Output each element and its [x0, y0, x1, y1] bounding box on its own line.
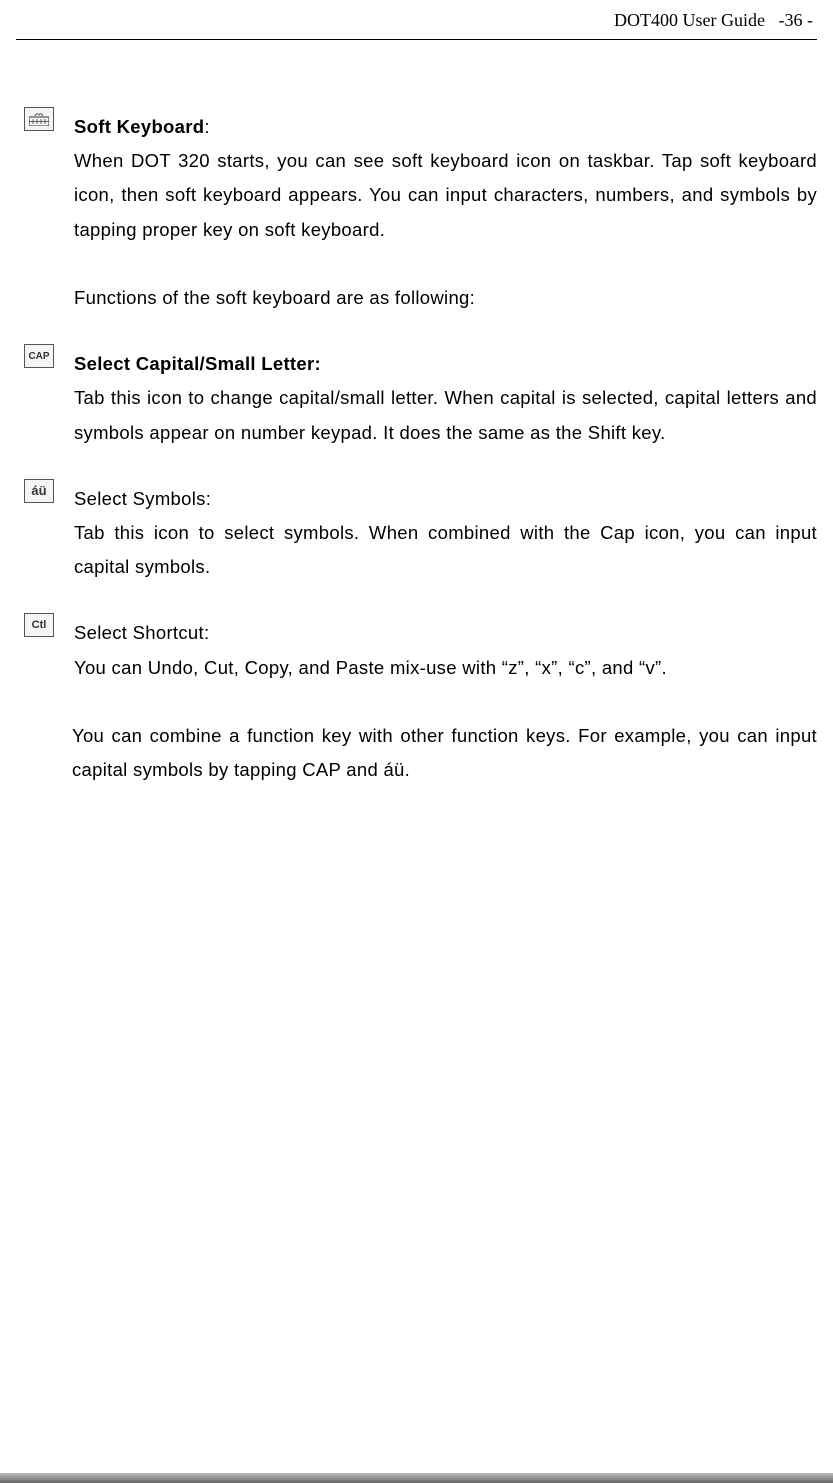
page-header: DOT400 User Guide -36 -: [16, 10, 817, 39]
section-soft-keyboard: Soft Keyboard: When DOT 320 starts, you …: [74, 110, 817, 315]
page-content: Soft Keyboard: When DOT 320 starts, you …: [16, 110, 817, 787]
section-shortcut: Ctl Select Shortcut: You can Undo, Cut, …: [74, 616, 817, 787]
keyboard-icon: [24, 107, 54, 131]
ctl-icon: Ctl: [24, 613, 54, 637]
section-cap: CAP Select Capital/Small Letter: Tab thi…: [74, 347, 817, 450]
doc-title: DOT400 User Guide: [614, 10, 765, 30]
soft-keyboard-body: When DOT 320 starts, you can see soft ke…: [74, 144, 817, 247]
footer-bar: [0, 1473, 833, 1483]
functions-intro: Functions of the soft keyboard are as fo…: [74, 281, 817, 315]
shortcut-body: You can Undo, Cut, Copy, and Paste mix-u…: [74, 651, 817, 685]
soft-keyboard-title: Soft Keyboard: [74, 116, 204, 137]
symbols-heading: Select Symbols:: [74, 482, 817, 516]
combine-before: You can combine a function key with othe…: [72, 725, 817, 780]
soft-keyboard-heading: Soft Keyboard:: [74, 110, 817, 144]
shortcut-title: Select Shortcut:: [74, 622, 209, 643]
cap-icon: CAP: [24, 344, 54, 368]
soft-keyboard-title-suffix: :: [204, 116, 209, 137]
combine-after: .: [405, 759, 410, 780]
section-symbols: áü Select Symbols: Tab this icon to sele…: [74, 482, 817, 585]
shortcut-heading: Select Shortcut:: [74, 616, 817, 650]
header-rule: [16, 39, 817, 40]
cap-heading: Select Capital/Small Letter:: [74, 347, 817, 381]
cap-body: Tab this icon to change capital/small le…: [74, 381, 817, 449]
symbols-body: Tab this icon to select symbols. When co…: [74, 516, 817, 584]
combine-body: You can combine a function key with othe…: [72, 719, 817, 787]
combine-au: áü: [383, 759, 404, 780]
symbols-icon: áü: [24, 479, 54, 503]
page-number: -36 -: [779, 10, 814, 30]
cap-title: Select Capital/Small Letter:: [74, 353, 321, 374]
symbols-title: Select Symbols:: [74, 488, 211, 509]
